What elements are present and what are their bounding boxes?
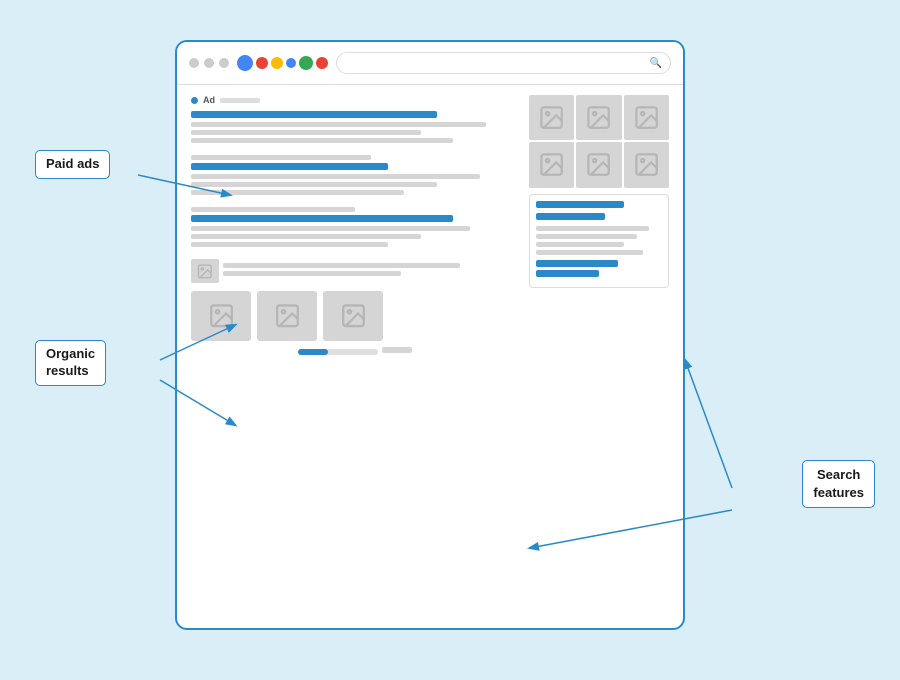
scene: 🔍 Ad — [20, 20, 880, 660]
scroll-thumb[interactable] — [298, 349, 328, 355]
kp-desc4 — [536, 250, 643, 255]
org2-url — [191, 207, 355, 212]
grid-img-4 — [529, 142, 574, 187]
img-snippet-bar1 — [223, 263, 460, 268]
kp-link2 — [536, 270, 599, 277]
paid-ads-annotation: Paid ads — [35, 150, 110, 179]
image-result-1 — [191, 291, 251, 341]
org2-desc3 — [191, 242, 388, 247]
search-features-annotation: Search features — [802, 460, 875, 508]
kp-link1 — [536, 260, 618, 267]
kp-title1 — [536, 201, 624, 208]
scroll-extra — [382, 347, 412, 353]
search-features-label-line1: Search — [817, 467, 860, 482]
search-bar[interactable]: 🔍 — [336, 52, 671, 74]
img-snippet-bar2 — [223, 271, 401, 276]
logo-dot-red — [256, 57, 268, 69]
browser-window: 🔍 Ad — [175, 40, 685, 630]
ad-text: Ad — [203, 95, 215, 105]
org2-title — [191, 215, 453, 222]
ad-result: Ad — [191, 95, 519, 143]
ad-label-row: Ad — [191, 95, 519, 105]
search-features-label-line2: features — [813, 485, 864, 500]
browser-titlebar: 🔍 — [177, 42, 683, 85]
browser-content: Ad — [177, 85, 683, 372]
organic-result-1 — [191, 155, 519, 195]
ad-desc3 — [191, 138, 453, 143]
ad-desc2 — [191, 130, 421, 135]
scroll-track[interactable] — [298, 349, 378, 355]
org1-url — [191, 155, 371, 160]
logo-dot-blue2 — [286, 58, 296, 68]
organic-results-annotation: Organic results — [35, 340, 106, 386]
image-results-row — [191, 291, 519, 341]
right-column — [529, 95, 669, 362]
grid-img-6 — [624, 142, 669, 187]
grid-img-3 — [624, 95, 669, 140]
logo-dot-green — [299, 56, 313, 70]
ad-desc1 — [191, 122, 486, 127]
knowledge-panel — [529, 194, 669, 288]
traffic-light-max — [219, 58, 229, 68]
ad-dot — [191, 97, 198, 104]
traffic-light-min — [204, 58, 214, 68]
org1-desc3 — [191, 190, 404, 195]
grid-img-5 — [576, 142, 621, 187]
google-logo — [237, 55, 328, 71]
org1-desc1 — [191, 174, 480, 179]
scrollbar-area[interactable] — [191, 341, 519, 362]
main-column: Ad — [191, 95, 519, 362]
organic-result-2 — [191, 207, 519, 247]
ad-title-bar — [191, 111, 437, 118]
ad-separator — [220, 98, 260, 103]
logo-dot-red2 — [316, 57, 328, 69]
org1-title — [191, 163, 388, 170]
kp-desc2 — [536, 234, 637, 239]
org2-desc2 — [191, 234, 421, 239]
grid-img-2 — [576, 95, 621, 140]
image-snippet-row — [191, 259, 519, 283]
traffic-light-close — [189, 58, 199, 68]
kp-desc3 — [536, 242, 624, 247]
grid-img-1 — [529, 95, 574, 140]
traffic-lights — [189, 58, 229, 68]
kp-desc1 — [536, 226, 649, 231]
small-image-thumb — [191, 259, 219, 283]
image-result-2 — [257, 291, 317, 341]
org1-desc2 — [191, 182, 437, 187]
image-grid — [529, 95, 669, 188]
logo-dot-yellow — [271, 57, 283, 69]
org2-desc1 — [191, 226, 470, 231]
kp-title2 — [536, 213, 605, 220]
search-icon: 🔍 — [650, 58, 662, 69]
image-result-3 — [323, 291, 383, 341]
logo-dot-blue1 — [237, 55, 253, 71]
